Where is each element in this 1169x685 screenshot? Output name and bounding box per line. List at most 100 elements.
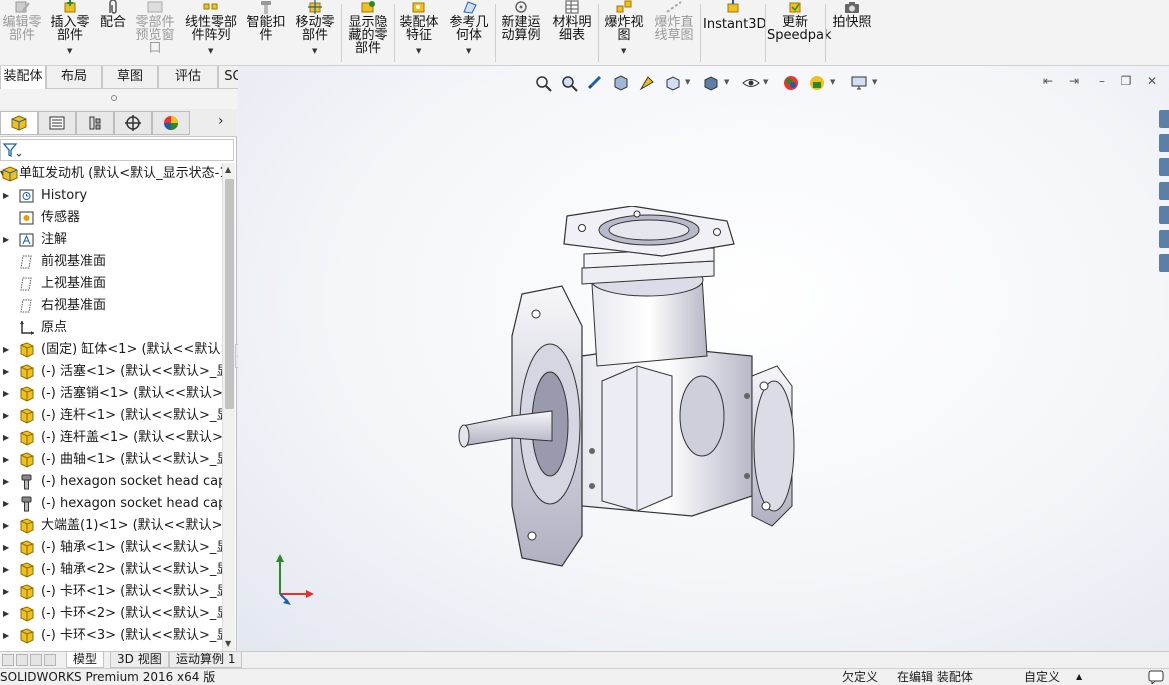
chevron-down-icon[interactable]: ▼ xyxy=(466,45,471,58)
engine-assembly-model[interactable] xyxy=(452,206,812,626)
expand-caret-icon[interactable]: ▶ xyxy=(3,427,9,449)
tree-item[interactable]: ▶ (-) 活塞销<1> (默认<<默认>_显 xyxy=(0,383,222,405)
units-custom-button[interactable]: 自定义 xyxy=(1024,669,1060,685)
task-pane-palette-icon[interactable] xyxy=(1159,206,1169,224)
tree-item[interactable]: ▶ (-) hexagon socket head cap s xyxy=(0,493,222,515)
chevron-down-icon[interactable]: ▼ xyxy=(67,45,72,58)
tab-configuration-manager[interactable] xyxy=(76,111,114,135)
tree-item[interactable]: 上视基准面 xyxy=(0,273,222,295)
view-settings-monitor-icon[interactable] xyxy=(850,74,868,92)
tab-feature-manager[interactable] xyxy=(0,111,38,135)
tree-item[interactable]: ▶ (-) 卡环<1> (默认<<默认>_显示 xyxy=(0,581,222,603)
move-component-button[interactable]: 移动零 部件 ▼ xyxy=(292,0,338,64)
linear-pattern-button[interactable]: 线性零部 件阵列 ▼ xyxy=(182,0,240,64)
tree-root-assembly[interactable]: ▼ 单缸发动机 (默认<默认_显示状态-1> xyxy=(0,163,222,185)
view-orientation-icon[interactable] xyxy=(664,74,682,92)
expand-caret-icon[interactable]: ▶ xyxy=(3,625,9,647)
expand-caret-icon[interactable]: ▶ xyxy=(3,361,9,383)
task-pane-resources-icon[interactable] xyxy=(1159,134,1169,152)
display-style-icon[interactable] xyxy=(702,74,720,92)
first-tab-icon[interactable] xyxy=(2,654,14,666)
hide-show-eye-icon[interactable] xyxy=(742,74,760,92)
chevron-down-icon[interactable]: ▼ xyxy=(416,45,421,58)
expand-caret-icon[interactable]: ▶ xyxy=(3,603,9,625)
minimize-icon[interactable]: – xyxy=(1093,72,1111,90)
scroll-down-icon[interactable]: ▼ xyxy=(225,639,231,648)
section-view-icon[interactable] xyxy=(612,74,630,92)
tab-display-manager[interactable] xyxy=(152,111,190,135)
show-hidden-components-button[interactable]: 显示隐 藏的零 部件 xyxy=(344,0,392,64)
tree-item[interactable]: ▶ (-) hexagon socket head cap s xyxy=(0,471,222,493)
tree-item[interactable]: 原点 xyxy=(0,317,222,339)
task-pane-custom-properties-icon[interactable] xyxy=(1159,254,1169,272)
tab-property-manager[interactable] xyxy=(38,111,76,135)
insert-component-button[interactable]: 插入零 部件 ▼ xyxy=(46,0,94,64)
smart-fasteners-button[interactable]: 智能扣 件 xyxy=(244,0,288,64)
tree-item[interactable]: ▶ (固定) 缸体<1> (默认<<默认>_显 xyxy=(0,339,222,361)
tree-filter-bar[interactable] xyxy=(0,139,234,161)
graphics-viewport[interactable]: ▼ ▼ ▼ ▼ ▼ ⇤ ⇥ – ❐ ✕ xyxy=(238,66,1169,651)
collapse-right-icon[interactable]: ⇥ xyxy=(1065,72,1083,90)
expand-caret-icon[interactable]: ▶ xyxy=(3,405,9,427)
tab-dimxpert-manager[interactable] xyxy=(114,111,152,135)
tab-sketch[interactable]: 草图 xyxy=(102,66,158,89)
close-icon[interactable]: ✕ xyxy=(1143,72,1161,90)
component-preview-button[interactable]: 零部件 预览窗 口 xyxy=(132,0,178,64)
task-pane-appearances-icon[interactable] xyxy=(1159,230,1169,248)
tree-item[interactable]: 传感器 xyxy=(0,207,222,229)
zoom-to-fit-icon[interactable] xyxy=(534,74,552,92)
expand-caret-icon[interactable]: ▶ xyxy=(3,493,9,515)
tree-item[interactable]: ▶ (-) 连杆盖<1> (默认<<默认>_显 xyxy=(0,427,222,449)
chevron-down-icon[interactable]: ▼ xyxy=(872,78,877,86)
edit-appearance-icon[interactable] xyxy=(782,74,800,92)
chevron-down-icon[interactable]: ▼ xyxy=(685,78,690,86)
explode-line-sketch-button[interactable]: 爆炸直 线草图 xyxy=(650,0,698,64)
expand-caret-icon[interactable]: ▶ xyxy=(3,185,9,207)
help-chat-icon[interactable] xyxy=(1148,670,1164,684)
expand-caret-icon[interactable]: ▶ xyxy=(3,559,9,581)
chevron-down-icon[interactable]: ▼ xyxy=(312,45,317,58)
tab-layout[interactable]: 布局 xyxy=(46,66,102,89)
task-pane-library-icon[interactable] xyxy=(1159,158,1169,176)
last-tab-icon[interactable] xyxy=(44,654,56,666)
previous-view-icon[interactable] xyxy=(586,74,604,92)
tree-item[interactable]: ▶ History xyxy=(0,185,222,207)
chevron-up-icon[interactable]: ▲ xyxy=(1076,669,1082,685)
edit-component-button[interactable]: 编辑零 部件 xyxy=(0,0,44,64)
task-pane-home-icon[interactable] xyxy=(1159,110,1169,128)
apply-scene-icon[interactable] xyxy=(808,74,826,92)
take-snapshot-button[interactable]: 拍快照 xyxy=(827,0,877,64)
scrollbar-thumb[interactable] xyxy=(225,179,234,409)
tree-item[interactable]: ▶ (-) 曲轴<1> (默认<<默认>_显示 xyxy=(0,449,222,471)
tree-item[interactable]: 右视基准面 xyxy=(0,295,222,317)
restore-icon[interactable]: ❐ xyxy=(1117,72,1135,90)
tree-item[interactable]: ▶ 注解 xyxy=(0,229,222,251)
mate-button[interactable]: 配合 xyxy=(96,0,130,64)
chevron-down-icon[interactable]: ▼ xyxy=(621,45,626,58)
tree-item[interactable]: ▶ (-) 活塞<1> (默认<<默认>_显示 xyxy=(0,361,222,383)
expand-caret-icon[interactable]: ▶ xyxy=(3,537,9,559)
tab-3d-view[interactable]: 3D 视图 xyxy=(110,652,169,668)
expand-caret-icon[interactable]: ▶ xyxy=(3,339,9,361)
tree-scrollbar[interactable]: ▲ ▼ xyxy=(222,163,235,651)
tree-item[interactable]: 前视基准面 xyxy=(0,251,222,273)
chevron-down-icon[interactable]: ▼ xyxy=(830,78,835,86)
reference-geometry-button[interactable]: 参考几 何体 ▼ xyxy=(446,0,492,64)
bill-of-materials-button[interactable]: 材料明 细表 xyxy=(548,0,596,64)
new-motion-study-button[interactable]: 新建运 动算例 xyxy=(497,0,545,64)
tree-item[interactable]: ▶ (-) 连杆<1> (默认<<默认>_显示 xyxy=(0,405,222,427)
exploded-view-button[interactable]: 爆炸视 图 ▼ xyxy=(600,0,648,64)
prev-tab-icon[interactable] xyxy=(16,654,28,666)
chevron-down-icon[interactable]: ▼ xyxy=(724,78,729,86)
tab-assembly[interactable]: 装配体 xyxy=(0,66,46,89)
task-pane-explorer-icon[interactable] xyxy=(1159,182,1169,200)
expand-caret-icon[interactable]: ▶ xyxy=(3,581,9,603)
tree-item[interactable]: ▶ (-) 卡环<3> (默认<<默认>_显示 xyxy=(0,625,222,647)
zoom-area-icon[interactable] xyxy=(560,74,578,92)
expand-caret-icon[interactable]: ▶ xyxy=(3,471,9,493)
update-speedpak-button[interactable]: 更新 Speedpak xyxy=(767,0,832,64)
panel-splitter[interactable] xyxy=(0,89,237,109)
instant3d-button[interactable]: Instant3D xyxy=(703,0,767,64)
splitter-handle-icon[interactable] xyxy=(111,95,117,101)
assembly-features-button[interactable]: 装配体 特征 ▼ xyxy=(396,0,442,64)
